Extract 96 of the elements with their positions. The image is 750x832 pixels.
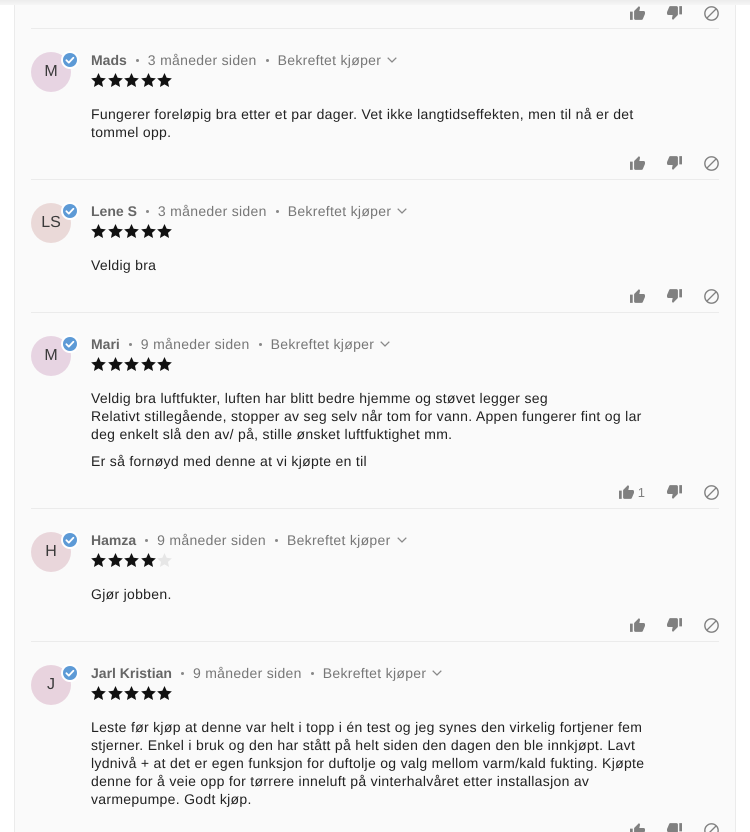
star-icon bbox=[140, 553, 156, 567]
thumbs-down-button[interactable] bbox=[667, 289, 682, 303]
thumbs-up-icon bbox=[618, 485, 634, 499]
chevron-down-icon bbox=[432, 670, 442, 676]
prohibited-icon bbox=[704, 618, 719, 632]
avatar: J bbox=[31, 665, 71, 705]
review-time: 9 måneder siden bbox=[140, 336, 250, 352]
star-icon bbox=[140, 357, 156, 371]
avatar: M bbox=[31, 52, 71, 92]
star-icon bbox=[108, 224, 122, 238]
chevron-down-icon bbox=[397, 208, 408, 214]
star-icon bbox=[108, 357, 122, 371]
reviewer-name: Jarl Kristian bbox=[91, 665, 172, 681]
star-icon bbox=[124, 686, 139, 700]
star-icon bbox=[157, 357, 172, 371]
prohibited-icon bbox=[704, 484, 719, 500]
review-time: 9 måneder siden bbox=[157, 532, 266, 548]
separator-dot-icon bbox=[136, 58, 139, 62]
thumbs-up-button[interactable]: 1 bbox=[618, 484, 645, 500]
verified-buyer-dropdown[interactable]: Bekreftet kjøper bbox=[278, 52, 398, 68]
review-text: Er så fornøyd med denne at vi kjøpte en til bbox=[91, 452, 368, 470]
review-time: 9 måneder siden bbox=[192, 665, 302, 681]
thumbs-up-icon bbox=[630, 618, 645, 632]
star-icon bbox=[91, 73, 106, 87]
star-icon bbox=[91, 357, 106, 371]
separator-dot-icon bbox=[258, 342, 262, 346]
thumbs-up-button[interactable] bbox=[630, 156, 645, 170]
avatar: M bbox=[31, 336, 71, 376]
review-time: 3 måneder siden bbox=[148, 52, 257, 68]
separator-dot-icon bbox=[180, 672, 184, 674]
thumbs-down-button[interactable] bbox=[667, 156, 682, 170]
star-icon bbox=[157, 224, 172, 238]
star-icon bbox=[108, 553, 122, 567]
chevron-down-icon bbox=[387, 57, 398, 63]
report-button[interactable] bbox=[704, 618, 719, 632]
chevron-down-icon bbox=[396, 537, 407, 543]
separator-dot-icon bbox=[310, 672, 314, 674]
reviewer-name: Mari bbox=[91, 336, 120, 352]
verified-buyer-dropdown[interactable]: Bekreftet kjøper bbox=[322, 665, 442, 681]
separator-dot-icon bbox=[145, 538, 148, 542]
review-text: Veldig bra bbox=[91, 256, 158, 274]
review-text: Veldig bra luftfukter, luften har blitt bedre hjemme og støvet legger seg Relativt stillegående, stopper av seg selv når tom for vann. Appen fungerer fint og lar deg enkelt slå den av/ på, stille ønsket luftfuktighet mm. bbox=[91, 389, 643, 443]
separator-dot-icon bbox=[146, 210, 149, 212]
avatar: LS bbox=[31, 203, 71, 243]
report-button[interactable] bbox=[704, 6, 719, 20]
star-icon bbox=[124, 553, 139, 567]
thumbs-down-icon bbox=[667, 485, 682, 499]
prohibited-icon bbox=[704, 288, 719, 304]
thumbs-down-button[interactable] bbox=[667, 618, 682, 632]
separator-dot-icon bbox=[276, 210, 279, 212]
star-icon bbox=[140, 73, 156, 87]
star-icon bbox=[108, 686, 122, 700]
separator-dot-icon bbox=[274, 538, 278, 542]
review-text: Fungerer foreløpig bra etter et par dager. Vet ikke langtidseffekten, men til nå er det tommel opp. bbox=[91, 105, 635, 141]
thumbs-up-icon bbox=[630, 156, 645, 170]
review-text: Leste før kjøp at denne var helt i topp i én test og jeg synes den virkelig fortjener fem stjerner. Enkel i bruk og den har stått på helt siden den dagen den ble innkjøpt. Lavt lydnivå + at det er egen funksjon for duftolje og valg mellom varm/kald fukting. Kjøpte denne for å veie opp for tørrere inneluft på vinterhalvåret etter installasjon av varmepumpe. Godt kjøp. bbox=[91, 718, 646, 808]
report-button[interactable] bbox=[704, 288, 719, 304]
star-icon bbox=[157, 553, 172, 567]
verified-buyer-dropdown[interactable]: Bekreftet kjøper bbox=[270, 336, 390, 352]
reviewer-name: Hamza bbox=[91, 532, 136, 548]
thumbs-down-button[interactable] bbox=[667, 6, 682, 20]
star-icon bbox=[91, 224, 106, 238]
star-icon bbox=[91, 553, 106, 567]
star-icon bbox=[108, 73, 122, 87]
report-button[interactable] bbox=[704, 156, 719, 170]
thumbs-down-icon bbox=[667, 289, 682, 303]
avatar: H bbox=[31, 532, 71, 572]
verified-buyer-dropdown[interactable]: Bekreftet kjøper bbox=[288, 203, 408, 219]
reviewer-name: Mads bbox=[91, 52, 127, 68]
star-icon bbox=[124, 224, 139, 238]
prohibited-icon bbox=[704, 156, 719, 170]
star-icon bbox=[157, 686, 172, 700]
thumbs-down-icon bbox=[667, 6, 682, 20]
thumbs-down-icon bbox=[667, 618, 682, 632]
thumbs-down-button[interactable] bbox=[667, 485, 682, 499]
thumbs-down-icon bbox=[667, 156, 682, 170]
thumbs-up-button[interactable] bbox=[630, 289, 645, 303]
star-icon bbox=[157, 73, 172, 87]
thumbs-up-button[interactable] bbox=[630, 618, 645, 632]
star-icon bbox=[124, 73, 139, 87]
star-icon bbox=[124, 357, 139, 371]
thumbs-up-icon bbox=[630, 289, 645, 303]
separator-dot-icon bbox=[266, 58, 269, 62]
prohibited-icon bbox=[704, 6, 719, 20]
report-button[interactable] bbox=[704, 484, 719, 500]
verified-buyer-dropdown[interactable]: Bekreftet kjøper bbox=[286, 532, 407, 548]
review-text: Gjør jobben. bbox=[91, 585, 173, 603]
star-icon bbox=[140, 224, 156, 238]
chevron-down-icon bbox=[380, 341, 390, 347]
star-icon bbox=[91, 686, 106, 700]
thumbs-up-icon bbox=[630, 6, 645, 20]
review-time: 3 måneder siden bbox=[158, 203, 267, 219]
thumbs-up-button[interactable] bbox=[630, 6, 645, 20]
reviewer-name: Lene S bbox=[91, 203, 137, 219]
separator-dot-icon bbox=[128, 342, 132, 346]
star-icon bbox=[140, 686, 156, 700]
